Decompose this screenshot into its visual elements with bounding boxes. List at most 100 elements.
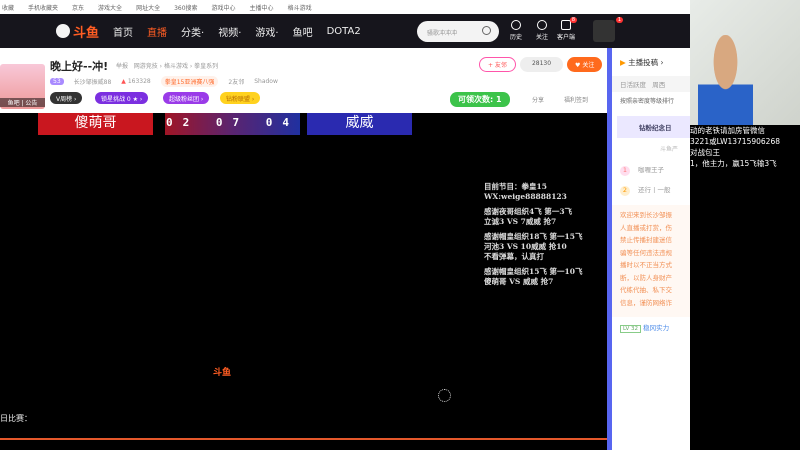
nav-home[interactable]: 首页 (113, 24, 133, 39)
star-challenge-pill[interactable]: 锁星挑战 0 ★ › (95, 92, 149, 104)
rank-name: 还行丨一般 (638, 186, 671, 194)
note-line: 目前节目：拳皇15 (484, 182, 547, 191)
nav-live[interactable]: 直播 (147, 24, 167, 39)
clock-icon (511, 20, 521, 30)
nav-yuba[interactable]: 鱼吧 (293, 24, 313, 39)
caption-line: 1，他主力，赢15飞输3飞 (690, 159, 777, 168)
note-line: 感谢帽皇组织15飞 第一10飞 (484, 267, 583, 276)
score-display: 02 07 04 (165, 113, 300, 135)
notice-line: 人直播或打赏，伤 (620, 223, 672, 232)
checkin-button[interactable]: 福利签到 (564, 95, 588, 104)
add-friend-button[interactable]: + 友邻 (479, 57, 516, 72)
avatar-badge: 1 (615, 17, 623, 23)
logo-bird-icon (56, 24, 70, 38)
note-line: 不看弹幕，认真打 (484, 252, 544, 261)
bookmark[interactable]: 主播中心 (250, 3, 274, 12)
note-line: WX:weige88888123 (484, 192, 567, 201)
notice-line: 禁止传播封建迷信 (620, 236, 672, 244)
client-button[interactable]: 客户端 8 (553, 17, 579, 41)
caption-line: 对战包王 (690, 148, 720, 157)
streamer-name[interactable]: 长沙邹振威88 (74, 77, 112, 86)
play-icon: ▶ (620, 58, 626, 67)
follow-button[interactable]: ♥ 关注 (567, 57, 603, 72)
bookmark[interactable]: 手机收藏夹 (28, 3, 58, 12)
bookmark[interactable]: 游戏中心 (212, 3, 236, 12)
diamond-alliance-pill[interactable]: 钻粉联盟 › (220, 92, 261, 104)
room-title: 晚上好--冲! (50, 60, 109, 73)
level-badge: 53 (50, 78, 64, 85)
caption-line: 动的老铁请加房管微信 (690, 126, 765, 135)
nav-video[interactable]: 视频· (218, 24, 241, 39)
chat-message: LV 32 稳冈实力 (620, 322, 669, 333)
notice-line: 播时以不正当方式 (620, 261, 672, 269)
bookmark[interactable]: 格斗游戏 (288, 3, 312, 12)
tab-weekly[interactable]: 周西 (652, 81, 665, 89)
chat-username[interactable]: 稳冈实力 (643, 324, 669, 332)
category-crumbs[interactable]: 网游竞技 › 格斗游戏 › 拳皇系列 (134, 63, 218, 70)
report-link[interactable]: 举报 (116, 63, 128, 70)
rank-number: 1 (620, 166, 630, 176)
user-level-badge: LV 32 (620, 325, 641, 333)
right-sidebar: ▶ 主播投稿 › 日活跃度 周西 按照亲密度等级排行 钻粉纪念日 斗鱼严 1 咖喱… (612, 48, 690, 450)
video-player[interactable]: 傻萌哥 02 07 04 威威 目前节目：拳皇15 WX:weige888881… (0, 113, 607, 440)
search-input[interactable]: 骚歌冲冲冲 (417, 21, 499, 42)
history-button[interactable]: 历史 (503, 20, 529, 41)
user-avatar[interactable]: 1 (593, 17, 623, 42)
search-icon[interactable] (482, 26, 491, 35)
heart-icon (537, 20, 547, 30)
posts-label: 主播投稿 › (628, 58, 664, 67)
note-line: 立诚3 VS 7威威 抢7 (484, 217, 557, 226)
note-line: 河池3 VS 10威威 抢10 (484, 242, 567, 251)
top-nav: 斗鱼 首页 直播 分类· 视频· 游戏· 鱼吧 DOTA2 (0, 14, 690, 48)
streamer-avatar[interactable]: 鱼吧 | 公告 (0, 64, 45, 109)
bookmarks-bar: 收藏 手机收藏夹 京东 游戏大全 网址大全 360搜索 游戏中心 主播中心 格斗… (0, 0, 690, 14)
player-right-name: 威威 (307, 113, 412, 135)
room-header: 鱼吧 | 公告 晚上好--冲! 举报 网游竞技 › 格斗游戏 › 拳皇系列 53… (0, 48, 607, 113)
sidebar-sub: 斗鱼严 (660, 146, 679, 153)
bookmark[interactable]: 网址大全 (136, 3, 160, 12)
douyu-logo[interactable]: 斗鱼 (56, 22, 99, 41)
note-line: 感谢夜哥组织4飞 第一3飞 (484, 207, 573, 216)
event-tag[interactable]: 拳皇15亚洲赛八强 (160, 76, 219, 87)
bookmark[interactable]: 收藏 (2, 3, 14, 12)
fan-club-pill[interactable]: 超级粉丝团 › (163, 92, 210, 104)
caption-line: 3221或LW13715906268 (690, 137, 780, 146)
breadcrumb: 举报 网游竞技 › 格斗游戏 › 拳皇系列 (116, 61, 218, 70)
friends[interactable]: 2友邻 (228, 77, 244, 86)
player-controls[interactable] (0, 440, 610, 450)
follow-row: + 友邻 28130 ♥ 关注 (479, 57, 603, 72)
tab-daily[interactable]: 日活跃度 (620, 81, 646, 89)
logo-text: 斗鱼 (73, 25, 100, 41)
streamer-webcam-image (698, 35, 753, 125)
history-label: 历史 (509, 34, 522, 41)
share-button[interactable]: 分享 (532, 95, 544, 104)
claim-count-button[interactable]: 可领次数: 1 (450, 92, 510, 107)
diamond-anniversary-banner[interactable]: 钻粉纪念日 (617, 116, 690, 138)
rank-name: 咖喱王子 (638, 166, 664, 174)
fire-icon: ▲ (121, 78, 126, 85)
follow-nav-button[interactable]: 关注 (529, 20, 555, 41)
loading-spinner-icon (438, 389, 451, 402)
streamer-posts-link[interactable]: ▶ 主播投稿 › (620, 57, 664, 68)
nav-category[interactable]: 分类· (181, 24, 204, 39)
client-badge: 8 (569, 17, 577, 23)
rank-item[interactable]: 1 咖喱王子 (620, 164, 664, 176)
douyu-watermark: 斗鱼 (213, 368, 232, 378)
notice-line: 代练代抽、私下交 (620, 286, 672, 294)
heat-value: 163328 (127, 78, 151, 85)
bookmark[interactable]: 游戏大全 (98, 3, 122, 12)
heat-count: ▲ 163328 (121, 78, 150, 85)
room-meta: 53 长沙邹振威88 ▲ 163328 拳皇15亚洲赛八强 2友邻 Shadow (50, 76, 278, 87)
notice-line: 信息，谨防网络诈 (620, 298, 672, 307)
bookmark[interactable]: 京东 (72, 3, 84, 12)
nav-dota2[interactable]: DOTA2 (327, 26, 361, 37)
note-line: 傻萌哥 VS 威威 抢7 (484, 277, 554, 286)
nav-games[interactable]: 游戏· (255, 24, 278, 39)
bookmark[interactable]: 360搜索 (174, 3, 197, 12)
search-placeholder: 骚歌冲冲冲 (427, 30, 458, 37)
schedule-label: 日比赛： (0, 414, 32, 423)
rank-number: 2 (620, 186, 630, 196)
v-rank-pill[interactable]: V周榜 › (50, 92, 83, 104)
rank-item[interactable]: 2 还行丨一般 (620, 184, 671, 196)
note-line: 感谢帽皇组织18飞 第一15飞 (484, 232, 583, 241)
